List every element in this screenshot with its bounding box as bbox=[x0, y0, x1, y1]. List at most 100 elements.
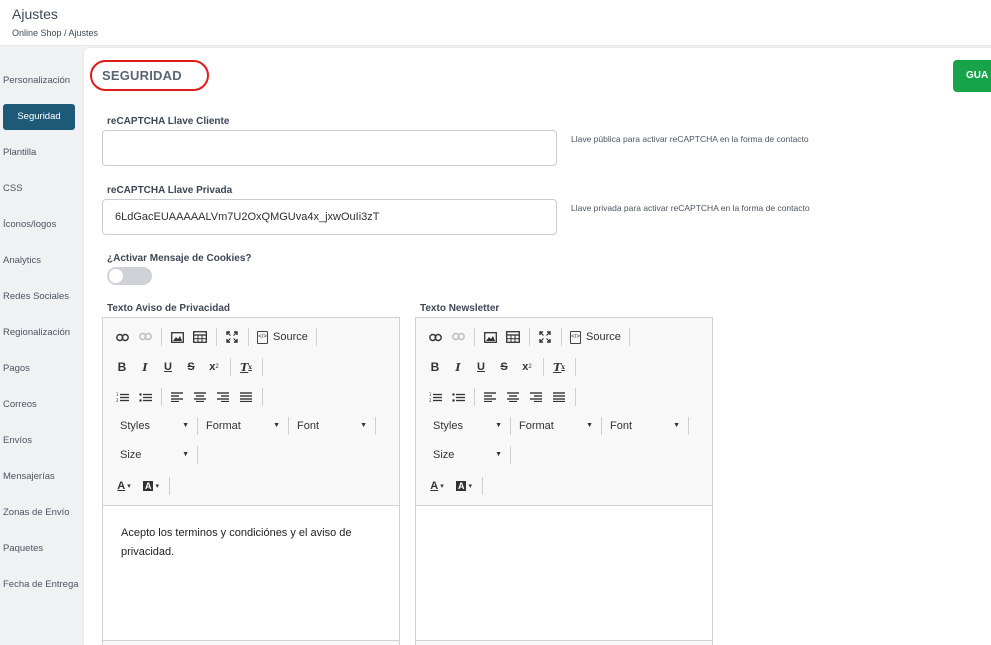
bulleted-list-icon[interactable] bbox=[447, 387, 469, 407]
maximize-icon[interactable] bbox=[534, 327, 556, 347]
chevron-down-icon: ▼ bbox=[673, 422, 680, 429]
background-color-icon[interactable]: A ▾ bbox=[138, 476, 164, 496]
align-left-icon[interactable] bbox=[479, 387, 501, 407]
cookies-toggle[interactable] bbox=[107, 267, 152, 285]
sidebar-item-iconos-logos[interactable]: Íconos/logos bbox=[3, 219, 56, 230]
chevron-down-icon: ▼ bbox=[586, 422, 593, 429]
save-button[interactable]: GUA bbox=[953, 60, 991, 92]
toolbar-row-3: 12 bbox=[424, 386, 580, 408]
sidebar-item-regionalizacion[interactable]: Regionalización bbox=[3, 327, 70, 338]
numbered-list-icon[interactable]: 12 bbox=[424, 387, 446, 407]
toolbar-separator bbox=[601, 417, 602, 435]
underline-icon[interactable]: U bbox=[157, 357, 179, 377]
sidebar-item-envios[interactable]: Envíos bbox=[3, 435, 32, 446]
toolbar-separator bbox=[375, 417, 376, 435]
align-right-icon[interactable] bbox=[525, 387, 547, 407]
subscript-icon[interactable]: x2 bbox=[203, 357, 225, 377]
table-icon[interactable] bbox=[189, 327, 211, 347]
bold-icon[interactable]: B bbox=[424, 357, 446, 377]
image-icon[interactable] bbox=[479, 327, 501, 347]
align-center-icon[interactable] bbox=[502, 387, 524, 407]
bulleted-list-icon[interactable] bbox=[134, 387, 156, 407]
breadcrumb[interactable]: Online Shop / Ajustes bbox=[12, 28, 98, 38]
link-icon[interactable] bbox=[111, 327, 133, 347]
recaptcha-client-input[interactable] bbox=[102, 130, 557, 166]
chevron-down-icon: ▼ bbox=[360, 422, 367, 429]
link-icon[interactable] bbox=[424, 327, 446, 347]
sidebar-item-plantilla[interactable]: Plantilla bbox=[3, 147, 36, 158]
sidebar-item-seguridad[interactable]: Seguridad bbox=[3, 104, 75, 130]
maximize-icon[interactable] bbox=[221, 327, 243, 347]
font-dropdown[interactable]: Font ▼ bbox=[293, 416, 371, 436]
subscript-icon[interactable]: x2 bbox=[516, 357, 538, 377]
numbered-list-icon[interactable]: 12 bbox=[111, 387, 133, 407]
sidebar-item-redes-sociales[interactable]: Redes Sociales bbox=[3, 291, 69, 302]
sidebar-item-pagos[interactable]: Pagos bbox=[3, 363, 30, 374]
toolbar-separator bbox=[288, 417, 289, 435]
sidebar-item-fecha-de-entrega[interactable]: Fecha de Entrega bbox=[3, 579, 79, 590]
toolbar-separator bbox=[575, 388, 576, 406]
bold-icon[interactable]: B bbox=[111, 357, 133, 377]
privacy-editor-label: Texto Aviso de Privacidad bbox=[107, 303, 231, 314]
underline-icon[interactable]: U bbox=[470, 357, 492, 377]
newsletter-rich-text-editor: </> Source B I U S x2 Tx 12 Styles ▼ Forma… bbox=[415, 317, 713, 645]
text-color-icon[interactable]: A ▾ bbox=[111, 476, 137, 496]
newsletter-editor-label: Texto Newsletter bbox=[420, 303, 500, 314]
svg-text:1: 1 bbox=[429, 392, 432, 397]
strikethrough-icon[interactable]: S bbox=[180, 357, 202, 377]
align-justify-icon[interactable] bbox=[548, 387, 570, 407]
chevron-down-icon: ▼ bbox=[495, 422, 502, 429]
recaptcha-client-help: Llave pública para activar reCAPTCHA en … bbox=[571, 134, 809, 144]
styles-dropdown[interactable]: Styles ▼ bbox=[111, 416, 193, 436]
unlink-icon[interactable] bbox=[134, 327, 156, 347]
align-left-icon[interactable] bbox=[166, 387, 188, 407]
text-color-icon[interactable]: A ▾ bbox=[424, 476, 450, 496]
privacy-rich-text-editor: </> Source B I U S x2 Tx 12 Styles ▼ Forma… bbox=[102, 317, 400, 645]
source-button[interactable]: </> Source bbox=[253, 330, 312, 344]
toolbar-separator bbox=[510, 446, 511, 464]
sidebar-item-paquetes[interactable]: Paquetes bbox=[3, 543, 43, 554]
editor-status-bar bbox=[416, 640, 712, 645]
align-justify-icon[interactable] bbox=[235, 387, 257, 407]
size-dropdown[interactable]: Size ▼ bbox=[424, 445, 506, 465]
background-color-icon[interactable]: A ▾ bbox=[451, 476, 477, 496]
sidebar-item-mensajerias[interactable]: Mensajerías bbox=[3, 471, 55, 482]
format-dropdown[interactable]: Format ▼ bbox=[515, 416, 597, 436]
toolbar-separator bbox=[169, 477, 170, 495]
svg-text:1: 1 bbox=[116, 392, 119, 397]
italic-icon[interactable]: I bbox=[134, 357, 156, 377]
toolbar-row-6: A ▾ A ▾ bbox=[424, 475, 487, 497]
privacy-editor-content[interactable]: Acepto los terminos y condiciónes y el a… bbox=[103, 505, 399, 645]
sidebar-item-zonas-de-envio[interactable]: Zonas de Envío bbox=[3, 507, 70, 518]
newsletter-editor-content[interactable] bbox=[416, 505, 712, 645]
sidebar-item-personalizacion[interactable]: Personalización bbox=[3, 75, 70, 86]
toolbar-separator bbox=[161, 328, 162, 346]
source-button[interactable]: </> Source bbox=[566, 330, 625, 344]
size-dropdown[interactable]: Size ▼ bbox=[111, 445, 193, 465]
unlink-icon[interactable] bbox=[447, 327, 469, 347]
font-dropdown[interactable]: Font ▼ bbox=[606, 416, 684, 436]
strikethrough-icon[interactable]: S bbox=[493, 357, 515, 377]
font-label: Font bbox=[297, 420, 320, 432]
toolbar-separator bbox=[230, 358, 231, 376]
align-right-icon[interactable] bbox=[212, 387, 234, 407]
recaptcha-private-input[interactable]: 6LdGacEUAAAAALVm7U2OxQMGUva4x_jxwOuIi3zT bbox=[102, 199, 557, 235]
table-icon[interactable] bbox=[502, 327, 524, 347]
toolbar-separator bbox=[216, 328, 217, 346]
sidebar-item-correos[interactable]: Correos bbox=[3, 399, 37, 410]
format-dropdown[interactable]: Format ▼ bbox=[202, 416, 284, 436]
toolbar-separator bbox=[543, 358, 544, 376]
remove-format-icon[interactable]: Tx bbox=[235, 357, 257, 377]
toolbar-row-5: Size ▼ bbox=[424, 444, 515, 466]
sidebar-item-analytics[interactable]: Analytics bbox=[3, 255, 41, 266]
italic-icon[interactable]: I bbox=[447, 357, 469, 377]
sidebar-item-css[interactable]: CSS bbox=[3, 183, 23, 194]
align-center-icon[interactable] bbox=[189, 387, 211, 407]
styles-dropdown[interactable]: Styles ▼ bbox=[424, 416, 506, 436]
section-title: SEGURIDAD bbox=[102, 68, 182, 83]
toolbar-row-4: Styles ▼ Format ▼ Font ▼ bbox=[111, 415, 380, 437]
source-label: Source bbox=[273, 331, 308, 343]
remove-format-icon[interactable]: Tx bbox=[548, 357, 570, 377]
toolbar-row-3: 12 bbox=[111, 386, 267, 408]
image-icon[interactable] bbox=[166, 327, 188, 347]
